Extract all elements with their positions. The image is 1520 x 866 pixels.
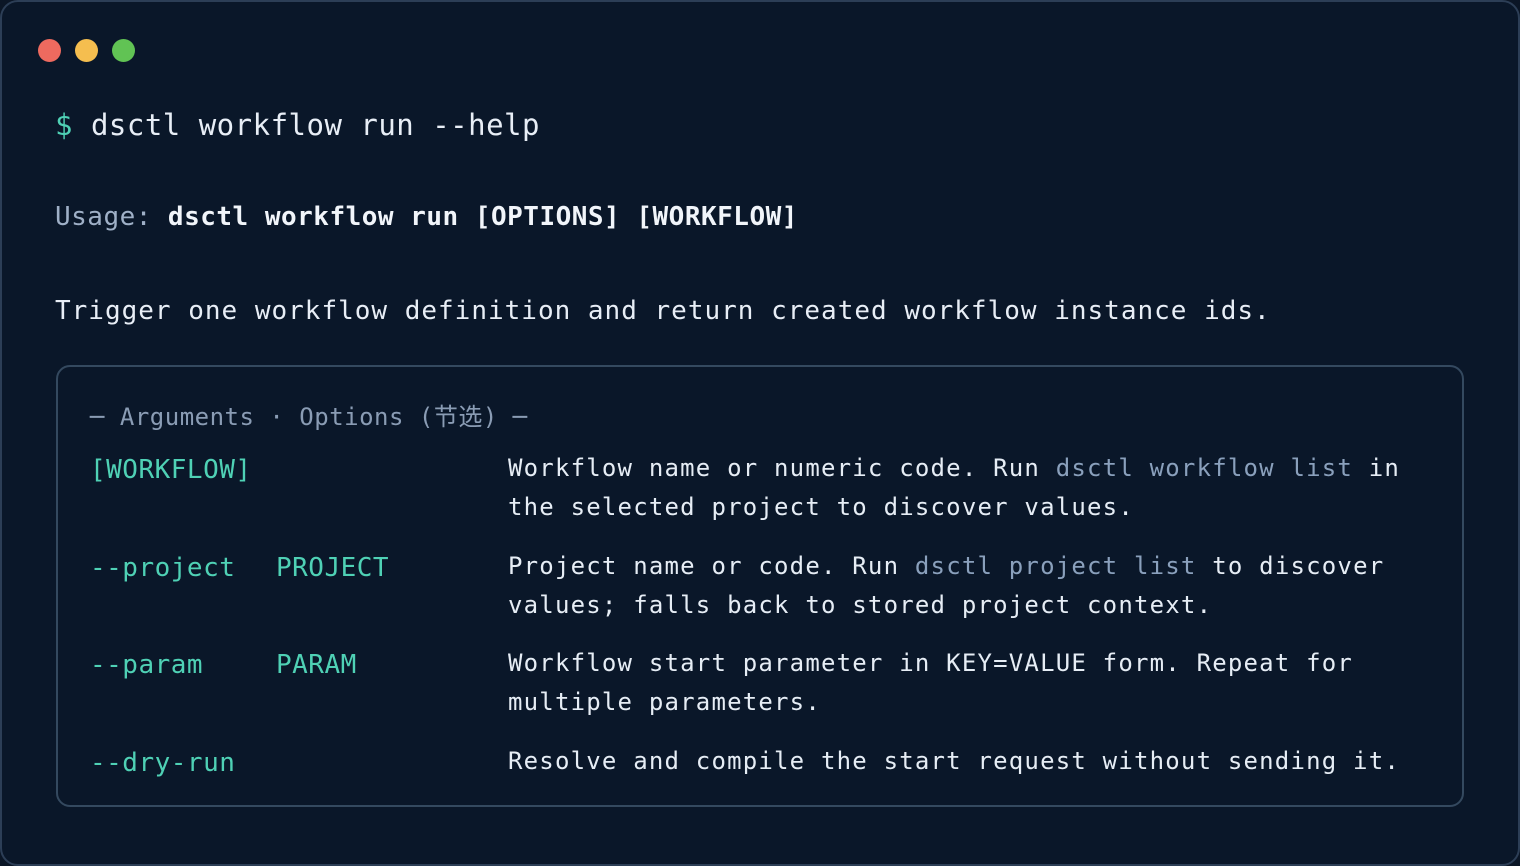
option-name: [WORKFLOW]	[90, 455, 252, 485]
close-window-button[interactable]	[38, 39, 61, 62]
usage-syntax: dsctl workflow run [OPTIONS] [WORKFLOW]	[167, 202, 798, 232]
maximize-window-button[interactable]	[112, 39, 135, 62]
option-metavar: PROJECT	[276, 553, 390, 583]
option-name: --project	[90, 553, 236, 583]
description-text: Workflow start parameter in KEY=VALUE fo…	[508, 649, 1354, 716]
arguments-options-panel: ─ Arguments · Options (节选) ─ [WORKFLOW] …	[56, 365, 1464, 807]
usage-line: Usage: dsctl workflow run [OPTIONS] [WORK…	[55, 202, 798, 232]
option-description: Workflow name or numeric code. Run dsctl…	[508, 449, 1428, 527]
option-name: --dry-run	[90, 748, 236, 778]
option-row-param: --param PARAM Workflow start parameter i…	[90, 649, 1430, 730]
entered-command[interactable]: dsctl workflow run --help	[91, 108, 540, 142]
option-row-workflow: [WORKFLOW] Workflow name or numeric code…	[90, 454, 1430, 535]
description-text: Workflow name or numeric code. Run	[508, 454, 1056, 482]
command-prompt-line: $ dsctl workflow run --help	[55, 108, 540, 142]
terminal-window: $ dsctl workflow run --help Usage: dsctl w…	[0, 0, 1520, 866]
prompt-symbol: $	[55, 108, 73, 142]
usage-label: Usage:	[55, 202, 152, 232]
option-description: Workflow start parameter in KEY=VALUE fo…	[508, 644, 1428, 722]
option-description: Project name or code. Run dsctl project …	[508, 547, 1428, 625]
option-row-dry-run: --dry-run Resolve and compile the start …	[90, 747, 1430, 828]
option-metavar: PARAM	[276, 650, 357, 680]
option-row-project: --project PROJECT Project name or code. …	[90, 552, 1430, 633]
option-name: --param	[90, 650, 204, 680]
option-description: Resolve and compile the start request wi…	[508, 742, 1428, 781]
minimize-window-button[interactable]	[75, 39, 98, 62]
inline-command: dsctl project list	[914, 552, 1197, 580]
window-controls	[38, 39, 135, 62]
panel-title: ─ Arguments · Options (节选) ─	[90, 403, 528, 431]
command-description: Trigger one workflow definition and retu…	[55, 296, 1271, 326]
inline-command: dsctl workflow list	[1055, 454, 1354, 482]
description-text: Project name or code. Run	[508, 552, 915, 580]
description-text: Resolve and compile the start request wi…	[508, 747, 1401, 775]
